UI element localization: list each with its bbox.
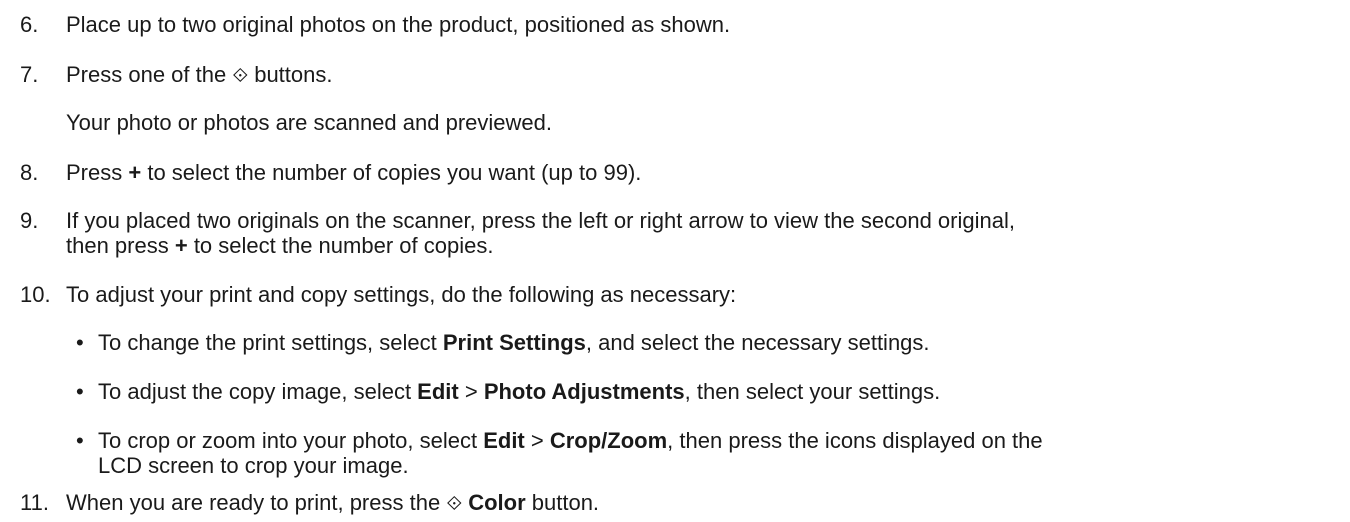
bullet-photo-adjustments: To adjust the copy image, select Edit > …: [98, 379, 940, 405]
menu-separator: >: [524, 428, 550, 453]
step-11-text-after: button.: [525, 490, 600, 515]
menu-separator: >: [458, 379, 484, 404]
step-6-number: 6.: [20, 12, 39, 37]
bullet-marker: •: [76, 330, 84, 355]
step-10-text: To adjust your print and copy settings, …: [66, 282, 737, 307]
bullet-crop-zoom-line-2: LCD screen to crop your image.: [98, 453, 409, 478]
step-8-text-after: to select the number of copies you want …: [141, 160, 642, 185]
plus-key-label: +: [128, 160, 142, 185]
step-8-text: Press + to select the number of copies y…: [66, 160, 641, 186]
bullet-print-settings: To change the print settings, select Pri…: [98, 330, 930, 356]
bullet-marker: •: [76, 379, 84, 404]
bullet-marker: •: [76, 428, 84, 453]
step-7-text: Press one of the ⟐ buttons.: [66, 62, 332, 88]
bullet-2-text-before: To adjust the copy image, select: [98, 379, 418, 404]
step-9-number: 9.: [20, 208, 39, 233]
bullet-crop-zoom: To crop or zoom into your photo, select …: [98, 428, 1043, 454]
step-8-text-before: Press: [66, 160, 129, 185]
step-7-result: Your photo or photos are scanned and pre…: [66, 110, 552, 135]
start-diamond-icon: ⟐: [232, 63, 249, 87]
step-9-line-2-after: to select the number of copies.: [187, 233, 494, 258]
bullet-2-text-after: , then select your settings.: [684, 379, 941, 404]
step-11-number: 11.: [20, 490, 49, 515]
edit-label: Edit: [483, 428, 525, 453]
edit-label: Edit: [417, 379, 459, 404]
step-8-number: 8.: [20, 160, 39, 185]
bullet-1-text-after: , and select the necessary settings.: [585, 330, 930, 355]
step-10-number: 10.: [20, 282, 51, 307]
step-9-line-2-before: then press: [66, 233, 175, 258]
bullet-3-text-after: , then press the icons displayed on the: [667, 428, 1043, 453]
start-diamond-icon: ⟐: [446, 491, 463, 515]
bullet-3-text-before: To crop or zoom into your photo, select: [98, 428, 484, 453]
print-settings-label: Print Settings: [442, 330, 586, 355]
step-6-text: Place up to two original photos on the p…: [66, 12, 731, 37]
crop-zoom-label: Crop/Zoom: [549, 428, 668, 453]
plus-key-label: +: [174, 233, 188, 258]
photo-adjustments-label: Photo Adjustments: [483, 379, 685, 404]
bullet-1-text-before: To change the print settings, select: [98, 330, 443, 355]
color-button-label: Color: [468, 490, 526, 515]
step-11-text-before: When you are ready to print, press the: [66, 490, 447, 515]
step-7-text-before: Press one of the: [66, 62, 233, 87]
step-11-text: When you are ready to print, press the ⟐…: [66, 490, 599, 516]
step-9-line-1: If you placed two originals on the scann…: [66, 208, 1015, 233]
step-9-line-2: then press + to select the number of cop…: [66, 233, 493, 259]
step-7-text-after: buttons.: [248, 62, 333, 87]
step-7-number: 7.: [20, 62, 39, 87]
